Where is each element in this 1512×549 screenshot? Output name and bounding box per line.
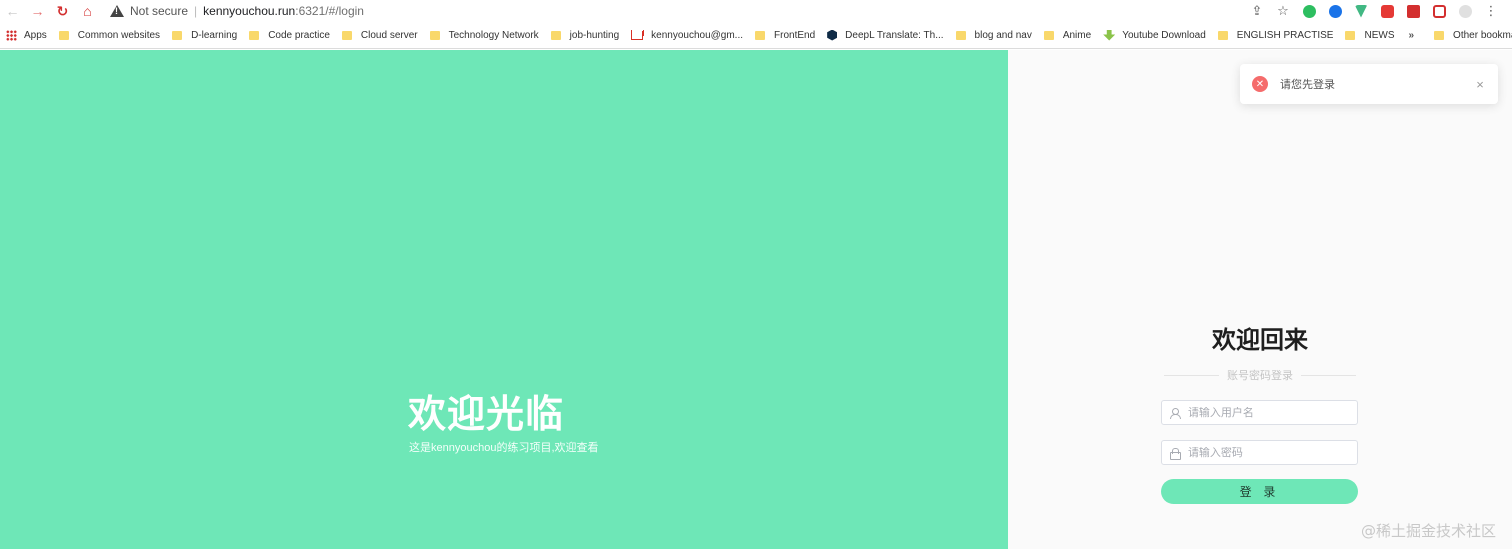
- bookmark-frontend[interactable]: FrontEnd: [749, 22, 821, 49]
- bookmark-label: DeepL Translate: Th...: [845, 29, 944, 41]
- gmail-icon: [631, 30, 644, 40]
- extension-vue-icon[interactable]: [1348, 0, 1374, 22]
- bookmark-code-practice[interactable]: Code practice: [243, 22, 336, 49]
- folder-icon: [955, 30, 966, 40]
- forward-arrow-icon[interactable]: →: [25, 0, 50, 22]
- bookmark-label: Other bookmarks: [1453, 29, 1512, 41]
- bookmark-common-websites[interactable]: Common websites: [53, 22, 166, 49]
- divider-line-left: [1164, 374, 1219, 376]
- watermark: @稀土掘金技术社区: [1360, 522, 1496, 540]
- divider-line-right: [1301, 374, 1356, 376]
- bookmark-label: Technology Network: [448, 29, 539, 41]
- toolbar-actions: ⇪ ☆ ⋮: [1244, 0, 1512, 22]
- folder-icon: [58, 30, 69, 40]
- login-title: 欢迎回来: [1212, 326, 1308, 354]
- password-input[interactable]: [1187, 446, 1357, 459]
- bookmark-label: NEWS: [1364, 29, 1395, 41]
- bookmark-label: Apps: [24, 29, 47, 41]
- user-icon: [1170, 407, 1181, 419]
- bookmark-label: ENGLISH PRACTISE: [1236, 29, 1334, 41]
- bookmark-technology-network[interactable]: Technology Network: [424, 22, 545, 49]
- bookmark-gmail[interactable]: kennyouchou@gm...: [625, 22, 749, 49]
- error-toast: ✕ 请您先登录 ×: [1240, 64, 1498, 104]
- bookmark-label: Common websites: [77, 29, 161, 41]
- login-panel: 欢迎回来 账号密码登录 登 录: [1008, 50, 1512, 549]
- profile-avatar-icon[interactable]: [1452, 0, 1478, 22]
- extension-square-icon[interactable]: [1426, 0, 1452, 22]
- bookmark-label: blog and nav: [974, 29, 1032, 41]
- bookmark-label: Cloud server: [360, 29, 418, 41]
- bookmark-other-bookmarks[interactable]: Other bookmarks: [1428, 22, 1512, 49]
- bookmarks-overflow-button[interactable]: »: [1400, 22, 1422, 49]
- folder-icon: [1345, 30, 1356, 40]
- folder-icon: [429, 30, 440, 40]
- bookmark-label: Code practice: [268, 29, 330, 41]
- folder-icon: [172, 30, 183, 40]
- bookmarks-bar: Apps Common websites D-learning Code pra…: [0, 22, 1512, 49]
- bookmark-job-hunting[interactable]: job-hunting: [545, 22, 625, 49]
- error-circle-icon: ✕: [1252, 76, 1268, 92]
- welcome-panel: 欢迎光临 这是kennyouchou的练习项目,欢迎查看: [0, 50, 1008, 549]
- extension-blue-icon[interactable]: [1322, 0, 1348, 22]
- url-host[interactable]: kennyoucho​u.run: [203, 4, 295, 18]
- bookmark-label: Youtube Download: [1122, 29, 1206, 41]
- folder-icon: [249, 30, 260, 40]
- username-field[interactable]: [1161, 400, 1358, 425]
- kebab-menu-icon[interactable]: ⋮: [1478, 0, 1504, 22]
- username-input[interactable]: [1187, 406, 1357, 419]
- browser-toolbar: ← → ↻ ⌂ Not secure | kennyoucho​u.run:63…: [0, 0, 1512, 22]
- share-icon[interactable]: ⇪: [1244, 0, 1270, 22]
- divider-text: 账号密码登录: [1227, 370, 1293, 382]
- bookmark-label: FrontEnd: [774, 29, 816, 41]
- bookmark-deepl[interactable]: DeepL Translate: Th...: [821, 22, 949, 49]
- address-bar[interactable]: Not secure | kennyoucho​u.run:6321/#/log…: [110, 0, 1244, 22]
- bookmark-youtube-download[interactable]: Youtube Download: [1097, 22, 1212, 49]
- close-icon[interactable]: ×: [1468, 77, 1492, 92]
- login-method-divider: 账号密码登录: [1164, 367, 1356, 383]
- folder-icon: [341, 30, 352, 40]
- apps-grid-icon: [6, 29, 17, 41]
- folder-icon: [755, 30, 766, 40]
- url-path[interactable]: :6321/#/login: [295, 4, 364, 18]
- login-page: 欢迎光临 这是kennyouchou的练习项目,欢迎查看 欢迎回来 账号密码登录…: [0, 50, 1512, 549]
- bookmark-anime[interactable]: Anime: [1038, 22, 1097, 49]
- lock-icon: [1170, 447, 1181, 460]
- reload-icon[interactable]: ↻: [50, 0, 75, 22]
- bookmark-label: D-learning: [191, 29, 238, 41]
- extension-evernote-icon[interactable]: [1296, 0, 1322, 22]
- folder-icon: [1217, 30, 1228, 40]
- login-button[interactable]: 登 录: [1161, 479, 1358, 504]
- deepl-icon: [827, 29, 838, 41]
- welcome-subtitle: 这是kennyouchou的练习项目,欢迎查看: [409, 442, 599, 454]
- bookmark-label: Anime: [1062, 29, 1092, 41]
- toast-message: 请您先登录: [1280, 79, 1335, 91]
- address-separator: |: [194, 4, 198, 18]
- password-field[interactable]: [1161, 440, 1358, 465]
- bookmark-blog-and-nav[interactable]: blog and nav: [950, 22, 1038, 49]
- star-icon[interactable]: ☆: [1270, 0, 1296, 22]
- download-icon: [1103, 29, 1116, 41]
- bookmark-d-learning[interactable]: D-learning: [166, 22, 243, 49]
- folder-icon: [1043, 30, 1054, 40]
- warning-icon[interactable]: [110, 4, 124, 18]
- bookmark-label: job-hunting: [569, 29, 620, 41]
- home-icon[interactable]: ⌂: [75, 0, 100, 22]
- folder-icon: [1434, 30, 1445, 40]
- puzzle-icon[interactable]: [1400, 0, 1426, 22]
- back-arrow-icon[interactable]: ←: [0, 0, 25, 22]
- folder-icon: [550, 30, 561, 40]
- security-label[interactable]: Not secure: [130, 4, 188, 18]
- bookmark-apps[interactable]: Apps: [0, 22, 53, 49]
- bookmark-cloud-server[interactable]: Cloud server: [336, 22, 424, 49]
- bookmark-news[interactable]: NEWS: [1339, 22, 1400, 49]
- bookmark-label: kennyouchou@gm...: [651, 29, 744, 41]
- extension-red-icon[interactable]: [1374, 0, 1400, 22]
- bookmark-english-practise[interactable]: ENGLISH PRACTISE: [1212, 22, 1340, 49]
- welcome-title: 欢迎光临: [408, 392, 565, 436]
